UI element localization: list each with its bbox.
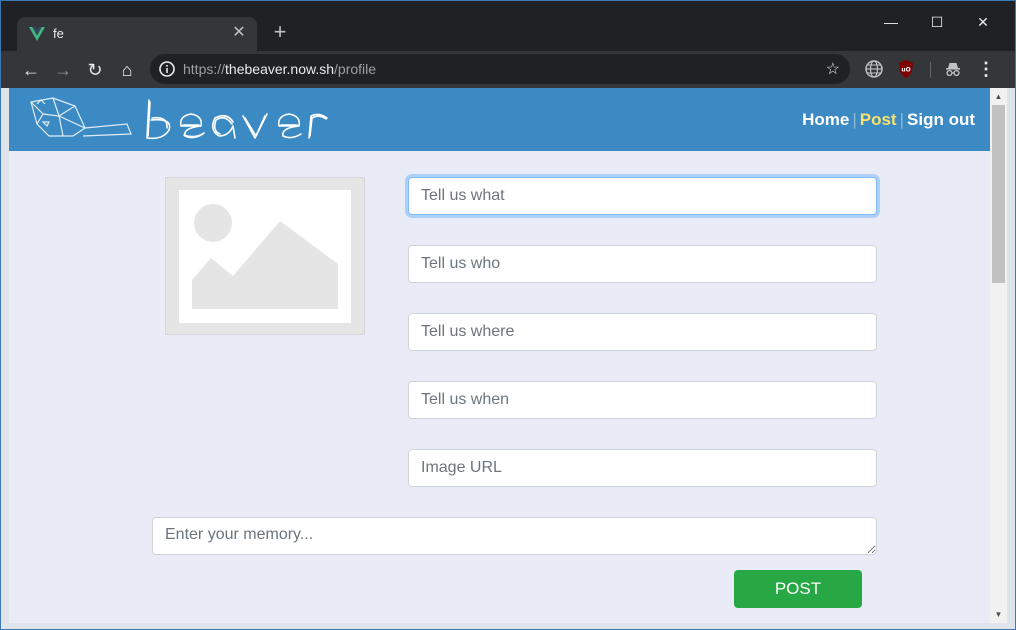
beaver-logo[interactable] xyxy=(23,92,343,148)
globe-extension-icon[interactable] xyxy=(864,59,884,79)
what-input[interactable] xyxy=(408,177,877,215)
bookmark-star-icon[interactable]: ☆ xyxy=(826,59,840,79)
title-bar: fe ✕ + — ☐ ✕ xyxy=(1,1,1015,51)
browser-window: fe ✕ + — ☐ ✕ ← → ↻ ⌂ https://thebeaver.n… xyxy=(0,0,1016,630)
nav-sign-out-link[interactable]: Sign out xyxy=(907,110,975,129)
scroll-up-arrow-icon[interactable]: ▲ xyxy=(990,88,1007,105)
image-placeholder xyxy=(165,177,365,335)
nav-separator: | xyxy=(852,110,857,129)
forward-button[interactable]: → xyxy=(50,57,76,83)
vue-logo-icon xyxy=(29,27,45,41)
who-input[interactable] xyxy=(408,245,877,283)
incognito-icon[interactable] xyxy=(943,59,963,79)
post-button[interactable]: POST xyxy=(734,570,862,608)
url-path: /profile xyxy=(334,61,377,77)
when-input[interactable] xyxy=(408,381,877,419)
svg-text:uO: uO xyxy=(901,67,910,74)
image-placeholder-icon xyxy=(179,190,351,323)
browser-menu-button[interactable]: ⋮ xyxy=(977,56,995,82)
home-button[interactable]: ⌂ xyxy=(114,57,140,83)
browser-tab[interactable]: fe ✕ xyxy=(17,17,257,51)
url-scheme: https:// xyxy=(183,61,226,77)
browser-toolbar: ← → ↻ ⌂ https://thebeaver.now.sh/profile… xyxy=(1,51,1015,88)
scrollbar-thumb[interactable] xyxy=(992,105,1005,283)
memory-textarea[interactable] xyxy=(152,517,877,555)
new-tab-button[interactable]: + xyxy=(269,21,291,43)
url-text[interactable]: https://thebeaver.now.sh/profile xyxy=(183,61,376,77)
ublock-shield-icon[interactable]: uO xyxy=(896,59,916,79)
main-nav: Home | Post | Sign out xyxy=(802,110,975,130)
where-input[interactable] xyxy=(408,313,877,351)
address-bar[interactable]: https://thebeaver.now.sh/profile ☆ xyxy=(150,54,850,84)
back-button[interactable]: ← xyxy=(18,57,44,83)
image-url-input[interactable] xyxy=(408,449,877,487)
page-scrollbar[interactable]: ▲ ▼ xyxy=(990,88,1007,623)
info-icon[interactable] xyxy=(158,60,176,78)
nav-post-link[interactable]: Post xyxy=(860,110,897,129)
page-viewport: Home|Post|Sign out POST xyxy=(9,88,990,623)
reload-button[interactable]: ↻ xyxy=(82,57,108,83)
nav-home-link[interactable]: Home xyxy=(802,110,849,129)
toolbar-separator xyxy=(930,62,931,78)
maximize-button[interactable]: ☐ xyxy=(914,7,960,37)
tab-close-icon[interactable]: ✕ xyxy=(229,23,249,43)
close-window-button[interactable]: ✕ xyxy=(960,7,1006,37)
site-header: Home | Post | Sign out xyxy=(9,88,990,151)
nav-separator: | xyxy=(899,110,905,129)
minimize-button[interactable]: — xyxy=(868,7,914,37)
scroll-down-arrow-icon[interactable]: ▼ xyxy=(990,606,1007,623)
tab-title: fe xyxy=(53,26,64,41)
url-host: thebeaver.now.sh xyxy=(225,61,335,77)
